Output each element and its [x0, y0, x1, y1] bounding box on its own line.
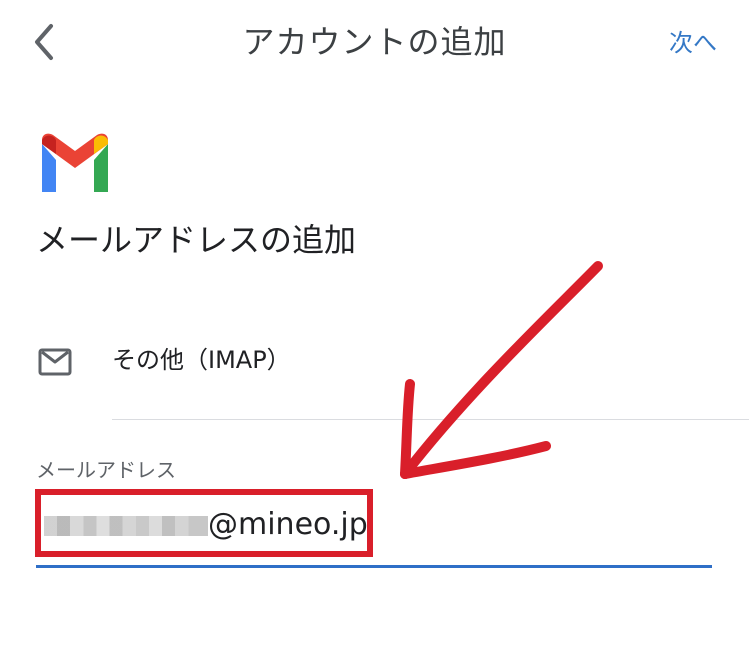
gmail-logo-icon	[42, 133, 108, 192]
email-field[interactable]: @mineo.jp	[36, 490, 712, 568]
email-field-label: メールアドレス	[36, 458, 176, 482]
provider-label: その他（IMAP）	[112, 346, 291, 374]
masked-email-local-part	[44, 516, 208, 536]
email-field-underline	[36, 565, 712, 568]
email-domain-text: @mineo.jp	[208, 507, 368, 542]
mail-icon	[38, 348, 72, 376]
provider-option-imap[interactable]: その他（IMAP）	[0, 326, 749, 398]
next-button[interactable]: 次へ	[669, 26, 717, 60]
provider-divider	[112, 419, 749, 420]
section-heading: メールアドレスの追加	[36, 221, 357, 259]
page-title: アカウントの追加	[242, 23, 507, 61]
